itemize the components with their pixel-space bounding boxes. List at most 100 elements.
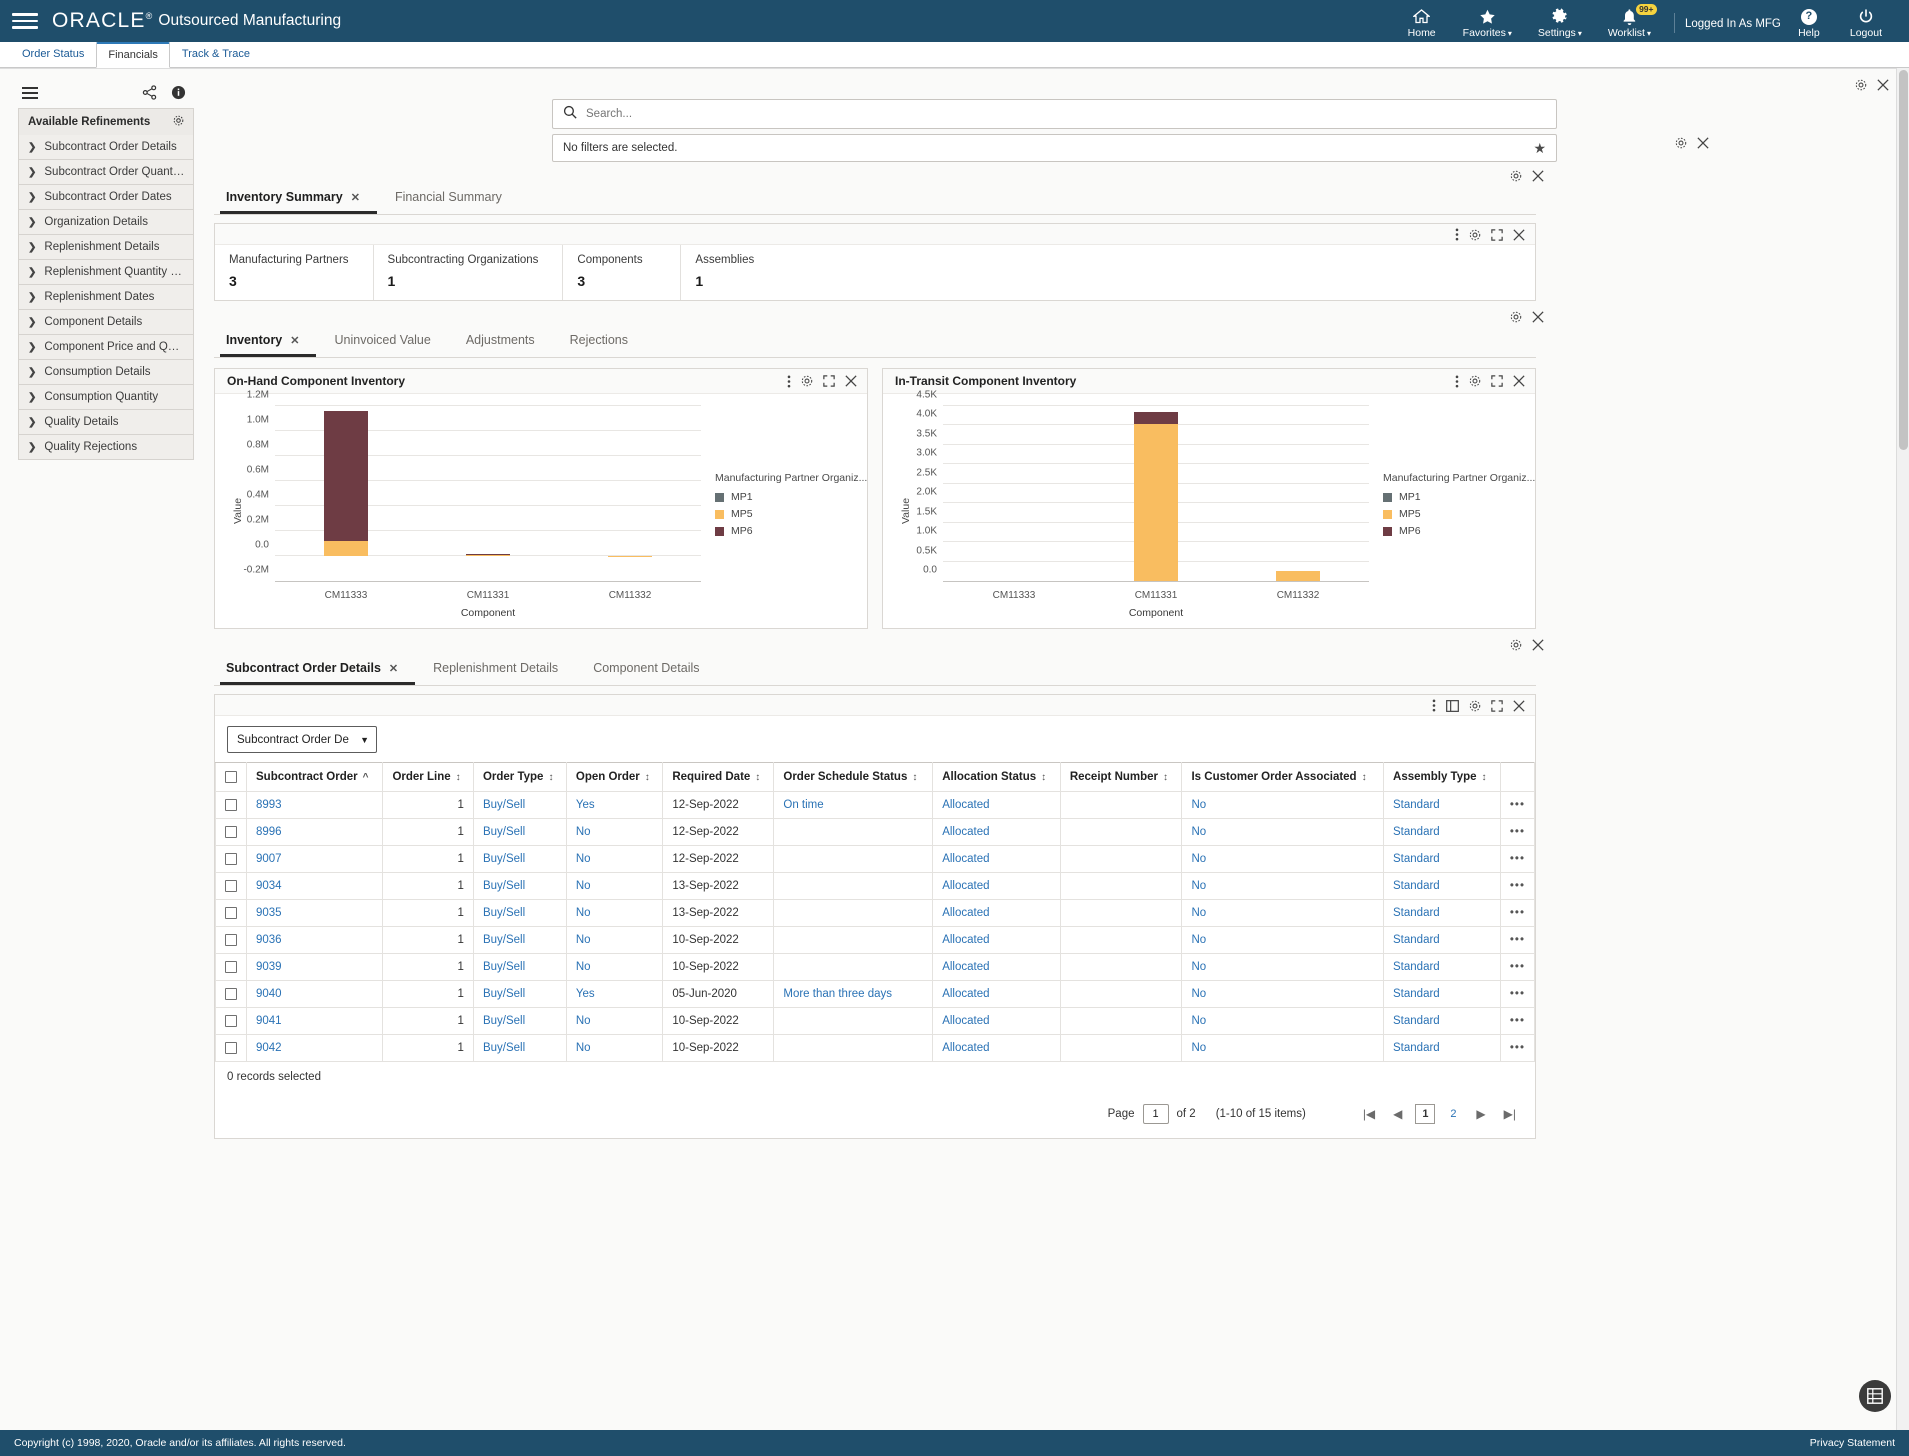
cell-assembly[interactable]: Standard (1383, 872, 1501, 901)
header-item-settings[interactable]: Settings ▾ (1525, 5, 1595, 42)
chart-settings-icon[interactable] (1469, 375, 1481, 387)
sort-icon[interactable]: ↕ (755, 772, 760, 783)
row-actions-button[interactable]: ••• (1499, 818, 1536, 847)
sort-icon[interactable]: ↕ (1362, 772, 1367, 783)
chart-menu-icon[interactable] (1455, 375, 1459, 388)
cell-assembly[interactable]: Standard (1383, 980, 1501, 1009)
summary-settings-icon[interactable] (1510, 170, 1522, 182)
sidebar-item-7[interactable]: ❯ Component Details (18, 310, 194, 335)
bar-CM11333[interactable] (992, 406, 1036, 581)
legend-item-MP1[interactable]: MP1 (1383, 491, 1523, 503)
sidebar-item-8[interactable]: ❯ Component Price and Quantity (18, 335, 194, 360)
sidebar-item-12[interactable]: ❯ Quality Rejections (18, 435, 194, 460)
column-header-1[interactable]: Order Line ↕ (382, 761, 474, 793)
cell-assembly[interactable]: Standard (1383, 1007, 1501, 1036)
refinements-settings-icon[interactable] (173, 115, 184, 129)
cell-type[interactable]: Buy/Sell (472, 1007, 567, 1036)
cell-type[interactable]: Buy/Sell (472, 791, 567, 820)
cell-order[interactable]: 9040 (245, 980, 384, 1009)
details-card-close-icon[interactable] (1513, 699, 1525, 712)
bar-segment[interactable] (1133, 423, 1179, 581)
cell-order[interactable]: 9007 (245, 845, 384, 874)
cell-assembly[interactable]: Standard (1383, 899, 1501, 928)
cell-type[interactable]: Buy/Sell (472, 953, 567, 982)
filter-settings-icon[interactable] (1675, 137, 1687, 149)
chart-menu-icon[interactable] (787, 375, 791, 388)
column-header-3[interactable]: Open Order ↕ (565, 761, 664, 793)
chart-close-icon[interactable] (1513, 375, 1525, 387)
cell-allocation[interactable]: Allocated (932, 953, 1061, 982)
scrollbar-thumb[interactable] (1899, 70, 1908, 450)
bar-segment[interactable] (323, 540, 369, 556)
row-checkbox[interactable] (225, 880, 237, 893)
summary-close-icon[interactable] (1532, 170, 1544, 182)
cell-customer[interactable]: No (1181, 1034, 1385, 1063)
metric-card-0[interactable]: Manufacturing Partners 3 (215, 245, 374, 300)
summary-card-close-icon[interactable] (1513, 228, 1525, 241)
cell-type[interactable]: Buy/Sell (472, 818, 567, 847)
cell-open[interactable]: No (565, 845, 664, 874)
table-row[interactable]: 9035 1 Buy/Sell No 13-Sep-2022 Allocated No Sta… (215, 899, 1536, 928)
search-settings-icon[interactable] (1855, 79, 1867, 91)
legend-item-MP5[interactable]: MP5 (1383, 508, 1523, 520)
cell-customer[interactable]: No (1181, 791, 1385, 820)
cell-allocation[interactable]: Allocated (932, 1034, 1061, 1063)
sidebar-item-4[interactable]: ❯ Replenishment Details (18, 235, 194, 260)
view-select[interactable]: Subcontract Order De ▼ (227, 726, 377, 753)
chart-expand-icon[interactable] (823, 375, 835, 387)
row-checkbox[interactable] (225, 961, 237, 974)
header-item-help[interactable]: ? Help (1781, 5, 1837, 42)
metric-card-3[interactable]: Assemblies 1 (681, 245, 799, 300)
sidebar-item-5[interactable]: ❯ Replenishment Quantity and Price (18, 260, 194, 285)
bar-CM11331[interactable] (1133, 406, 1179, 581)
bar-CM11333[interactable] (323, 406, 369, 581)
sort-icon[interactable]: ↕ (548, 772, 553, 783)
tab-inventory[interactable]: Inventory ✕ (220, 327, 317, 357)
row-checkbox[interactable] (225, 1015, 237, 1028)
header-item-home[interactable]: Home (1394, 5, 1450, 42)
tab-inventory-summary-close-icon[interactable]: ✕ (351, 191, 360, 204)
table-row[interactable]: 8993 1 Buy/Sell Yes 12-Sep-2022 On time Alloca… (215, 791, 1536, 820)
table-row[interactable]: 9036 1 Buy/Sell No 10-Sep-2022 Allocated No Sta… (215, 926, 1536, 955)
cell-assembly[interactable]: Standard (1383, 926, 1501, 955)
legend-item-MP6[interactable]: MP6 (1383, 525, 1523, 537)
row-actions-button[interactable]: ••• (1499, 926, 1536, 955)
cell-open[interactable]: No (565, 1007, 664, 1036)
details-close-icon[interactable] (1532, 639, 1544, 651)
row-checkbox[interactable] (225, 826, 237, 839)
cell-customer[interactable]: No (1181, 845, 1385, 874)
cell-customer[interactable]: No (1181, 926, 1385, 955)
column-header-8[interactable]: Is Customer Order Associated ↕ (1181, 761, 1385, 793)
cell-assembly[interactable]: Standard (1383, 1034, 1501, 1063)
last-page-icon[interactable]: ▶| (1499, 1107, 1521, 1121)
sort-icon[interactable]: ↕ (645, 772, 650, 783)
row-checkbox[interactable] (225, 799, 237, 812)
info-icon[interactable] (171, 85, 186, 100)
inventory-close-icon[interactable] (1532, 311, 1544, 323)
cell-open[interactable]: No (565, 1034, 664, 1063)
tab-subcontract-order-details-close-icon[interactable]: ✕ (389, 662, 398, 675)
cell-order[interactable]: 9039 (245, 953, 384, 982)
header-item-favorites[interactable]: Favorites ▾ (1450, 5, 1525, 42)
cell-open[interactable]: Yes (565, 980, 664, 1009)
cell-open[interactable]: No (565, 872, 664, 901)
sidebar-item-9[interactable]: ❯ Consumption Details (18, 360, 194, 385)
metric-card-2[interactable]: Components 3 (563, 245, 682, 300)
cell-customer[interactable]: No (1181, 980, 1385, 1009)
cell-open[interactable]: No (565, 818, 664, 847)
cell-customer[interactable]: No (1181, 872, 1385, 901)
row-checkbox[interactable] (225, 853, 237, 866)
cell-order[interactable]: 9041 (245, 1007, 384, 1036)
sidebar-item-0[interactable]: ❯ Subcontract Order Details (18, 135, 194, 160)
row-checkbox[interactable] (225, 907, 237, 920)
main-menu-icon[interactable] (12, 13, 38, 29)
tab-replenishment-details[interactable]: Replenishment Details (427, 655, 575, 685)
cell-allocation[interactable]: Allocated (932, 791, 1061, 820)
share-icon[interactable] (142, 85, 157, 100)
cell-allocation[interactable]: Allocated (932, 872, 1061, 901)
sort-icon[interactable]: ↕ (456, 772, 461, 783)
cell-assembly[interactable]: Standard (1383, 791, 1501, 820)
prev-page-icon[interactable]: ◀ (1388, 1107, 1407, 1121)
column-header-7[interactable]: Receipt Number ↕ (1059, 761, 1183, 793)
privacy-statement-link[interactable]: Privacy Statement (1810, 1437, 1895, 1449)
